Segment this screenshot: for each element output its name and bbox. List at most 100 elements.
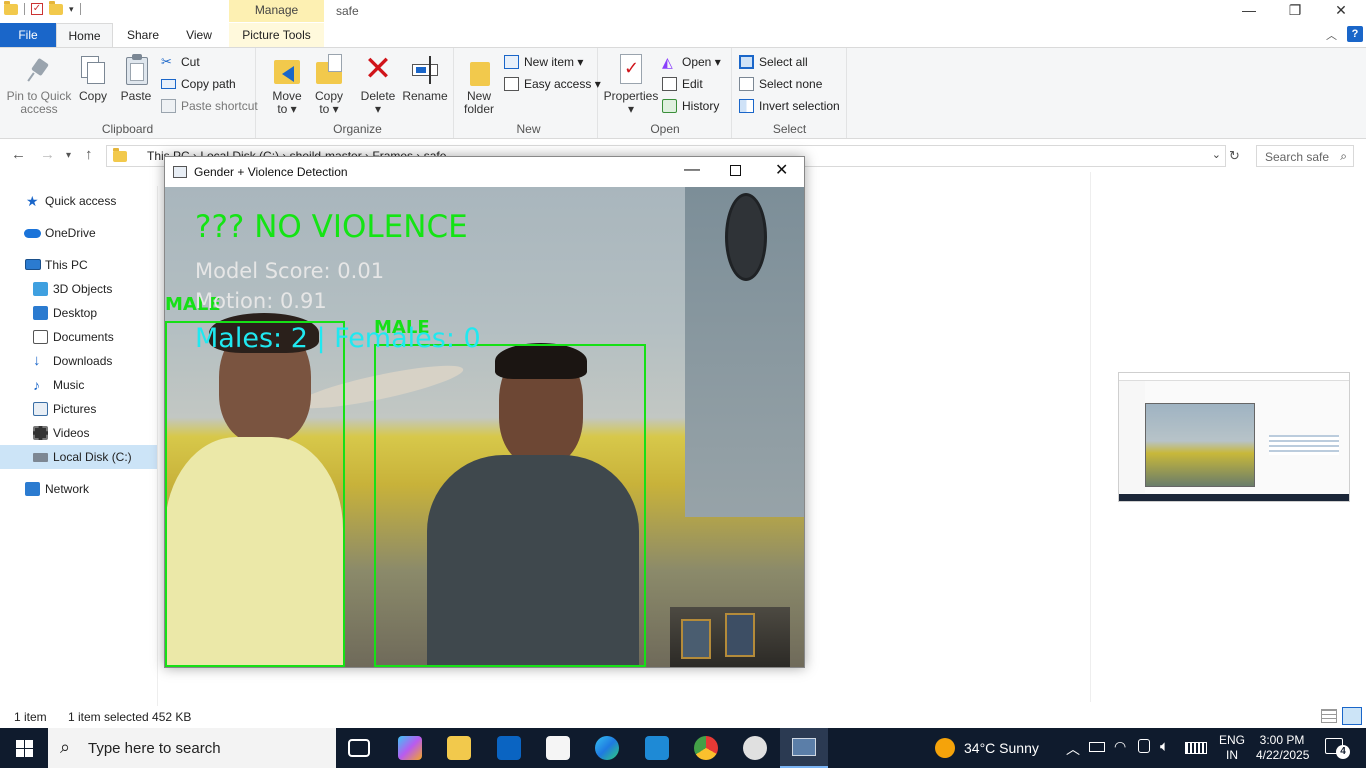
speaker-icon[interactable]: 🔈︎ — [1160, 738, 1169, 755]
close-button[interactable]: ✕ — [1318, 0, 1364, 22]
keyboard-icon[interactable] — [1185, 742, 1207, 754]
new-item-button[interactable]: New item ▾ — [504, 52, 583, 72]
clipboard-group-label: Clipboard — [101, 122, 154, 136]
select-none-button[interactable]: Select none — [739, 74, 822, 94]
tab-picture-tools[interactable]: Picture Tools — [229, 23, 324, 47]
restore-button[interactable]: ❐ — [1272, 0, 1318, 22]
invert-selection-button[interactable]: Invert selection — [739, 96, 840, 116]
minimize-button[interactable]: — — [1226, 0, 1272, 22]
pin-to-quick-access-button[interactable]: Pin to Quick access — [6, 54, 72, 116]
explorer-title-bar: ✓ ▾ Manage safe — ❐ ✕ — [0, 0, 1366, 22]
detection-window-title-bar[interactable]: Gender + Violence Detection — ✕ — [165, 157, 804, 187]
wifi-icon[interactable]: ◠ — [1114, 738, 1126, 755]
open-button[interactable]: ◭ Open ▾ — [662, 52, 721, 72]
nav-item-onedrive[interactable]: OneDrive — [0, 221, 157, 245]
nav-item-downloads[interactable]: ↓ Downloads — [0, 349, 157, 373]
whatsapp-icon[interactable] — [743, 736, 767, 760]
select-none-icon — [739, 77, 754, 91]
easy-access-button[interactable]: Easy access ▾ — [504, 74, 601, 94]
nav-item-videos[interactable]: Videos — [0, 421, 157, 445]
paste-button[interactable]: Paste — [118, 54, 154, 103]
paste-icon — [121, 54, 151, 86]
folder-icon — [113, 148, 127, 162]
nav-item-this-pc[interactable]: This PC — [0, 253, 157, 277]
help-icon[interactable]: ? — [1347, 26, 1363, 42]
new-group-label: New — [516, 122, 541, 136]
large-icons-view-icon[interactable] — [1342, 707, 1362, 725]
sun-weather-icon[interactable] — [935, 738, 955, 758]
computer-icon — [25, 259, 41, 270]
back-arrow-icon[interactable]: ← — [11, 146, 26, 163]
detection-minimize-button[interactable]: — — [684, 161, 700, 179]
new-folder-button[interactable]: New folder — [460, 54, 498, 116]
outlook-icon[interactable] — [497, 736, 521, 760]
cut-button[interactable]: ✂ Cut — [161, 52, 200, 72]
rename-button[interactable]: Rename — [402, 54, 448, 103]
forward-arrow-icon[interactable]: → — [40, 146, 55, 163]
tab-view[interactable]: View — [174, 23, 224, 47]
delete-button[interactable]: ✕ Delete ▾ — [358, 52, 398, 116]
paste-shortcut-icon — [161, 99, 176, 113]
customize-toolbar-icon[interactable]: ▾ — [69, 4, 74, 15]
select-all-icon — [739, 55, 754, 69]
edge-icon[interactable] — [595, 736, 619, 760]
new-folder-icon[interactable] — [49, 0, 63, 15]
nav-item-network[interactable]: Network — [0, 477, 157, 501]
pictures-icon — [33, 402, 48, 416]
tab-home[interactable]: Home — [56, 23, 113, 47]
taskbar-search-box[interactable]: ⌕ Type here to search — [48, 728, 336, 768]
nav-item-pictures[interactable]: Pictures — [0, 397, 157, 421]
select-all-button[interactable]: Select all — [739, 52, 808, 72]
copy-button[interactable]: Copy — [76, 54, 110, 103]
manage-tab[interactable]: Manage — [229, 0, 324, 22]
up-arrow-icon[interactable]: ↑ — [85, 146, 93, 163]
folder-icon — [4, 0, 18, 15]
copy-to-button[interactable]: Copy to ▾ — [310, 54, 348, 116]
nav-item-quick-access[interactable]: ★ Quick access — [0, 189, 157, 213]
active-app-highlight[interactable] — [780, 728, 828, 768]
nav-item-documents[interactable]: Documents — [0, 325, 157, 349]
tab-share[interactable]: Share — [118, 23, 168, 47]
address-dropdown-icon[interactable]: ⌄ — [1212, 148, 1221, 161]
collapse-ribbon-icon[interactable]: ︿ — [1326, 27, 1337, 43]
nav-item-local-disk[interactable]: Local Disk (C:) — [0, 445, 157, 469]
quick-access-toolbar: ✓ ▾ — [4, 0, 81, 15]
microphone-icon[interactable] — [1138, 739, 1150, 753]
start-windows-icon[interactable] — [16, 740, 33, 757]
nav-item-3d-objects[interactable]: 3D Objects — [0, 277, 157, 301]
nav-item-music[interactable]: ♪ Music — [0, 373, 157, 397]
recent-locations-chevron-icon[interactable]: ▾ — [66, 150, 71, 161]
move-to-button[interactable]: Move to ▾ — [268, 54, 306, 116]
edit-button[interactable]: Edit — [662, 74, 703, 94]
nav-item-desktop[interactable]: Desktop — [0, 301, 157, 325]
detection-close-button[interactable]: ✕ — [775, 160, 788, 180]
ribbon-tabs: File Home Share View Picture Tools ︿ ? — [0, 23, 1366, 47]
paste-shortcut-button[interactable]: Paste shortcut — [161, 96, 258, 116]
store-icon[interactable] — [546, 736, 570, 760]
detection-maximize-button[interactable] — [730, 165, 741, 176]
framed-photo — [725, 613, 755, 657]
properties-check-icon[interactable]: ✓ — [31, 3, 43, 15]
vscode-icon[interactable] — [645, 736, 669, 760]
show-hidden-icons-chevron-icon[interactable]: ︿ — [1066, 739, 1080, 759]
battery-icon[interactable] — [1089, 742, 1105, 752]
copy-path-button[interactable]: Copy path — [161, 74, 236, 94]
details-view-icon[interactable] — [1321, 709, 1337, 723]
file-explorer-icon[interactable] — [447, 736, 471, 760]
refresh-icon[interactable]: ↻ — [1229, 148, 1240, 164]
properties-button[interactable]: ✓ Properties ▾ — [603, 54, 659, 116]
weather-text[interactable]: 34°C Sunny — [964, 740, 1039, 756]
download-icon: ↓ — [33, 352, 41, 369]
detection-window[interactable]: Gender + Violence Detection — ✕ MALE MAL… — [164, 156, 805, 668]
tab-file[interactable]: File — [0, 23, 56, 47]
status-bar: 1 item 1 item selected 452 KB — [0, 706, 1366, 728]
notifications-icon[interactable]: 4 — [1325, 738, 1350, 759]
task-view-icon[interactable] — [348, 739, 370, 757]
history-button[interactable]: History — [662, 96, 719, 116]
new-folder-icon — [464, 54, 494, 86]
language-indicator[interactable]: ENG IN — [1219, 733, 1245, 763]
clock[interactable]: 3:00 PM 4/22/2025 — [1256, 733, 1309, 763]
copilot-icon[interactable] — [398, 736, 422, 760]
search-input[interactable]: Search safe ⌕ — [1256, 145, 1354, 167]
chrome-icon[interactable] — [694, 736, 718, 760]
